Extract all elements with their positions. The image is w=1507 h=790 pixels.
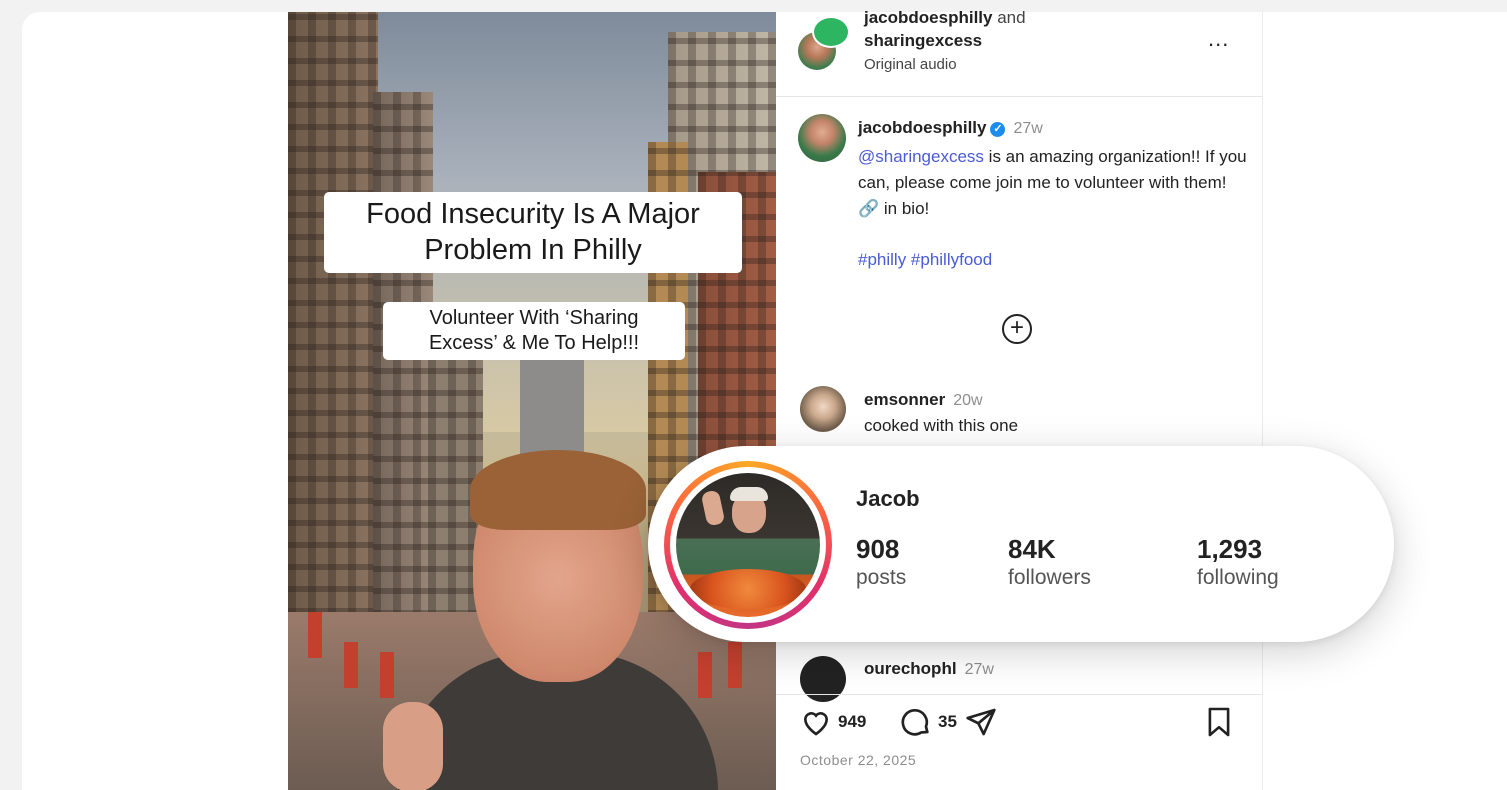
profile-name: Jacob	[856, 486, 920, 511]
street-banner	[308, 612, 322, 658]
comment-time: 20w	[953, 392, 983, 409]
profile-card[interactable]: Jacob 908 posts 84K followers 1,293 foll…	[648, 446, 1394, 642]
street-banner	[380, 652, 394, 698]
stat-value: 1,293	[1197, 534, 1263, 564]
caption-time[interactable]: 27w	[1013, 120, 1042, 137]
comment-button[interactable]: 35	[900, 704, 957, 740]
divider	[776, 96, 1262, 97]
divider	[776, 694, 1262, 695]
street-banner	[698, 652, 712, 698]
share-button[interactable]	[964, 704, 998, 740]
share-icon[interactable]	[964, 706, 998, 738]
collaborator-avatar[interactable]	[812, 16, 850, 48]
comment-icon[interactable]	[900, 706, 932, 738]
like-button[interactable]: 949	[800, 704, 866, 740]
comment-text: cooked with this one	[864, 416, 1019, 435]
person-hair	[470, 450, 646, 530]
action-bar: 949 35	[800, 704, 1240, 744]
caption-avatar[interactable]	[798, 114, 846, 162]
comment-time: 27w	[964, 661, 994, 678]
stat-following[interactable]: 1,293 following	[1197, 534, 1279, 592]
stat-followers[interactable]: 84K followers	[1008, 534, 1091, 592]
more-icon[interactable]: ...	[1208, 26, 1229, 52]
comment-header: emsonner 20w	[864, 390, 983, 410]
street-banner	[344, 642, 358, 688]
comment-avatar[interactable]	[800, 386, 846, 432]
caption-text: @sharingexcess is an amazing organizatio…	[858, 144, 1248, 222]
street-banner	[728, 642, 742, 688]
collaborator-username[interactable]: sharingexcess	[864, 31, 982, 50]
comment-header: ourechophl 27w	[864, 659, 994, 679]
and-text: and	[997, 8, 1026, 27]
profile-avatar[interactable]	[676, 473, 820, 617]
video-caption-main: Food Insecurity Is A Major Problem In Ph…	[324, 192, 742, 273]
post-authors: jacobdoesphilly and sharingexcess	[864, 6, 1026, 52]
mention-link[interactable]: @sharingexcess	[858, 147, 984, 166]
plus-circle-icon[interactable]: +	[1002, 314, 1032, 344]
post-sidebar: jacobdoesphilly and sharingexcess Origin…	[776, 8, 1263, 790]
caption-username[interactable]: jacobdoesphilly	[858, 118, 986, 137]
comment-avatar[interactable]	[800, 656, 846, 702]
stat-label: followers	[1008, 566, 1091, 589]
audio-label[interactable]: Original audio	[864, 56, 957, 73]
person-hand	[383, 702, 443, 790]
bookmark-icon[interactable]	[1206, 706, 1232, 738]
video-caption-sub: Volunteer With ‘Sharing Excess’ & Me To …	[383, 302, 685, 360]
stat-value: 908	[856, 534, 900, 564]
save-button[interactable]	[1206, 704, 1232, 740]
caption-header: jacobdoesphilly ✓ 27w	[858, 118, 1043, 138]
comment-username[interactable]: ourechophl	[864, 659, 957, 678]
stat-label: following	[1197, 566, 1279, 589]
comment-count: 35	[938, 712, 957, 731]
hashtags[interactable]: #philly #phillyfood	[858, 248, 992, 272]
stat-value: 84K	[1008, 534, 1056, 564]
stat-posts[interactable]: 908 posts	[856, 534, 906, 592]
stat-label: posts	[856, 566, 907, 589]
verified-icon: ✓	[990, 122, 1006, 137]
like-count: 949	[838, 712, 867, 731]
heart-icon[interactable]	[800, 707, 832, 737]
reel-video[interactable]: Food Insecurity Is A Major Problem In Ph…	[288, 12, 776, 790]
story-ring[interactable]	[664, 461, 832, 629]
comment-username[interactable]: emsonner	[864, 390, 945, 409]
author-username[interactable]: jacobdoesphilly	[864, 8, 992, 27]
post-date: October 22, 2025	[800, 752, 917, 768]
